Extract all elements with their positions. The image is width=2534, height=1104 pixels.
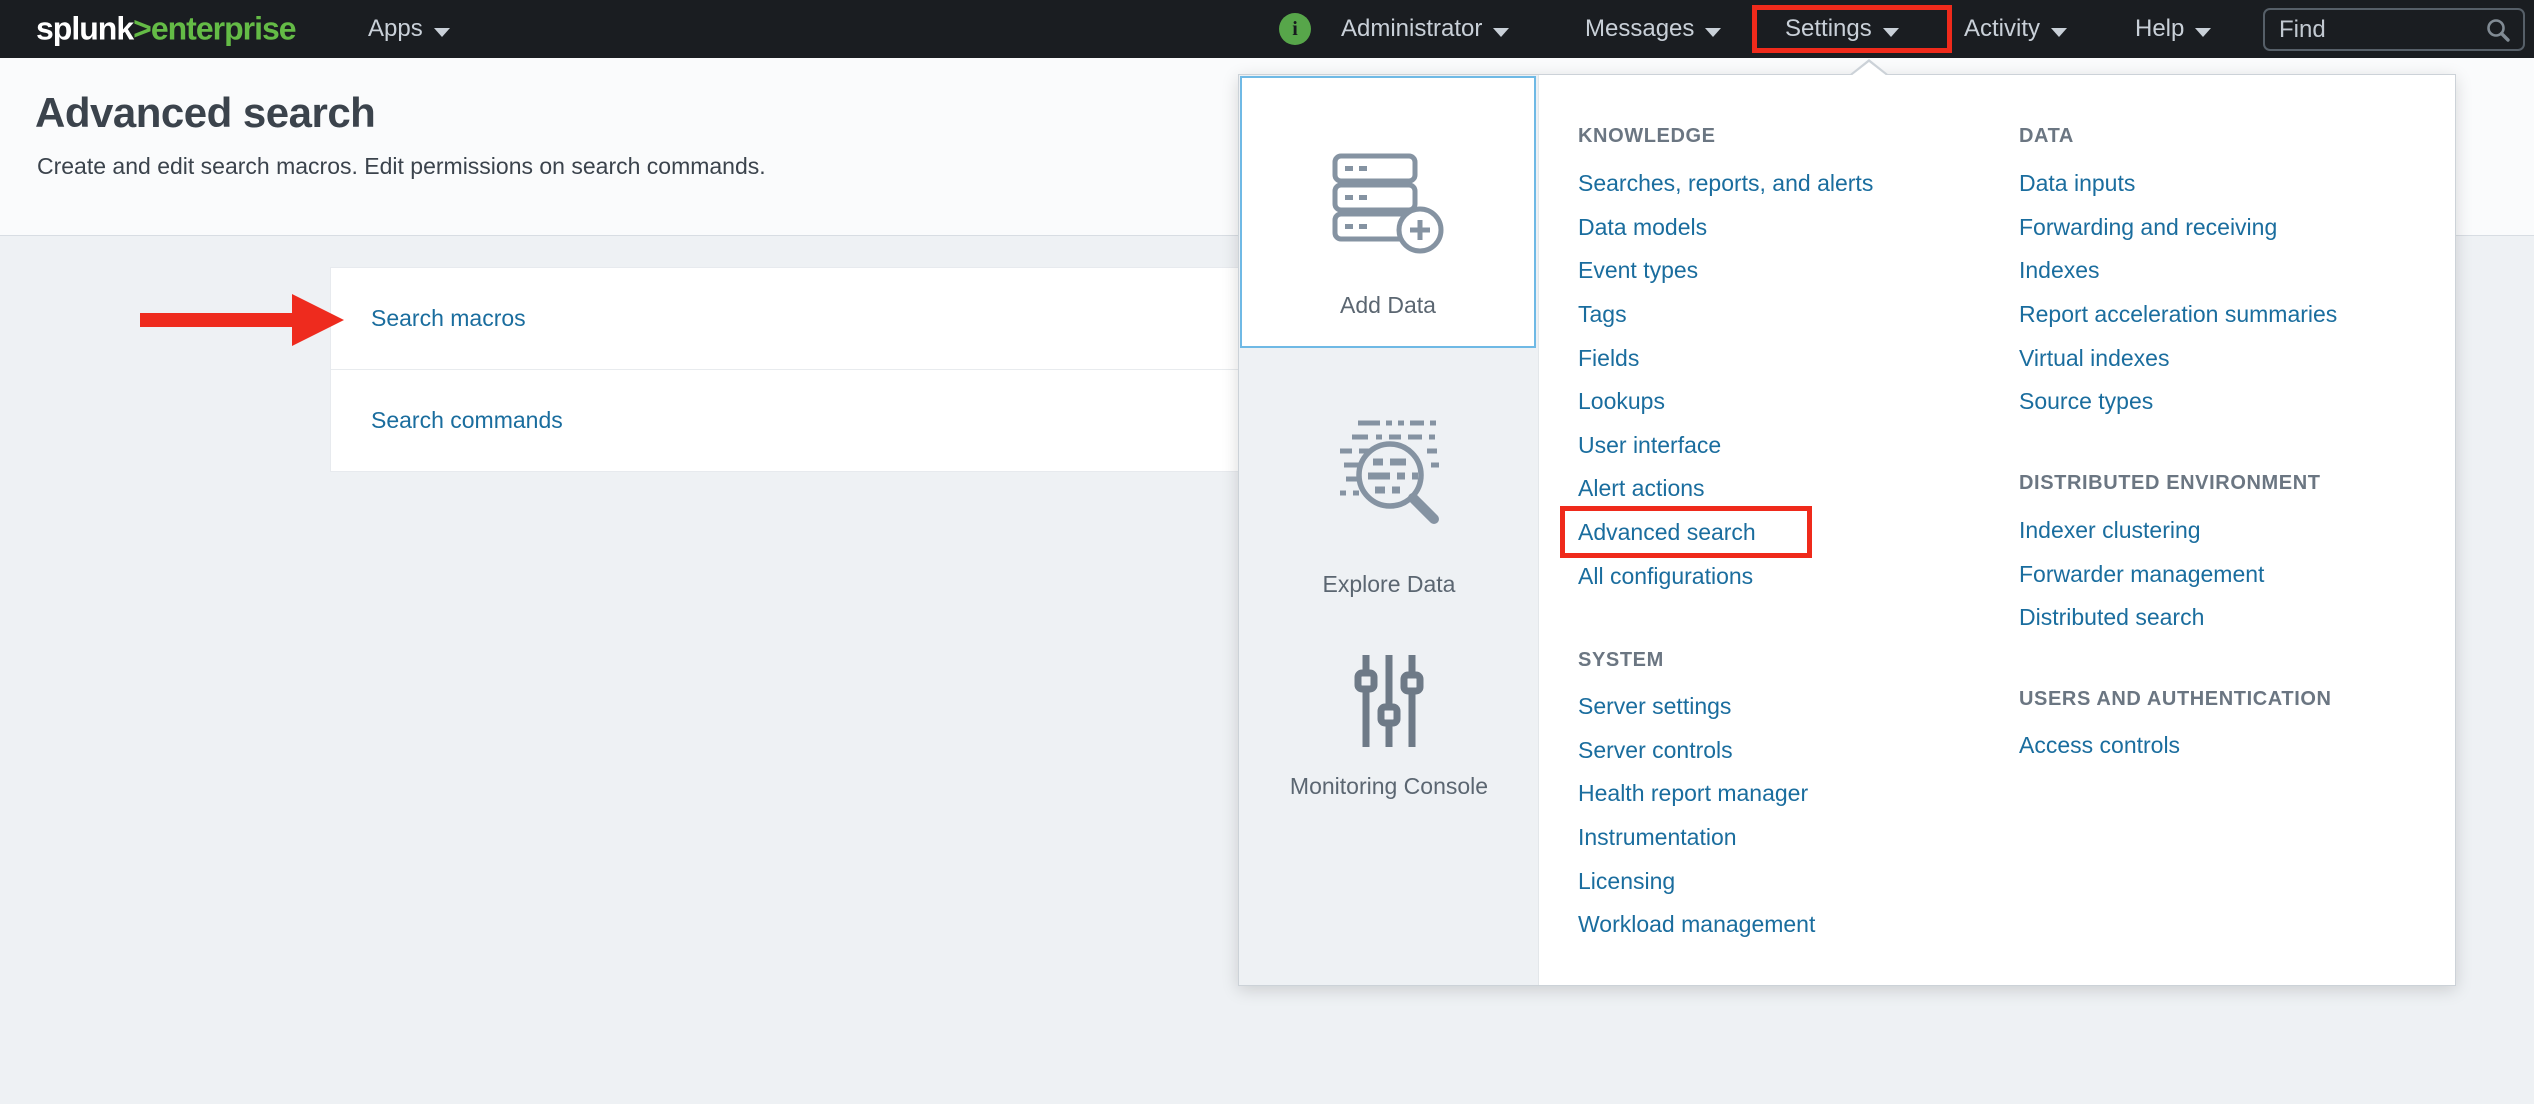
section-header-knowledge: KNOWLEDGE [1578,125,1716,148]
section-header-data: DATA [2019,125,2074,148]
menu-link[interactable]: Alert actions [1578,467,2008,511]
menu-link[interactable]: Source types [2019,380,2449,424]
data-links: Data inputsForwarding and receivingIndex… [2019,162,2449,424]
logo-brand: splunk [36,11,133,47]
menu-link[interactable]: User interface [1578,424,2008,468]
menu-link[interactable]: Data models [1578,206,2008,250]
users-auth-links: Access controls [2019,724,2449,768]
nav-administrator-menu[interactable]: Administrator [1341,15,1509,43]
menu-link[interactable]: Advanced search [1578,511,2008,555]
distributed-links: Indexer clusteringForwarder managementDi… [2019,509,2449,640]
section-header-users-authentication: USERS AND AUTHENTICATION [2019,688,2332,711]
menu-link[interactable]: Indexer clustering [2019,509,2449,553]
page-title: Advanced search [35,89,375,137]
top-nav-bar: splunk>enterprise Apps i Administrator M… [0,0,2534,58]
menu-link[interactable]: Tags [1578,293,2008,337]
chevron-down-icon [2195,28,2211,37]
menu-link[interactable]: Virtual indexes [2019,336,2449,380]
annotation-arrow-head [292,294,344,346]
chevron-down-icon [434,28,450,37]
tile-explore-data-label: Explore Data [1274,563,1504,605]
section-header-distributed-environment: DISTRIBUTED ENVIRONMENT [2019,472,2321,495]
chevron-down-icon [1493,28,1509,37]
menu-link[interactable]: Workload management [1578,903,2008,947]
menu-link[interactable]: Searches, reports, and alerts [1578,162,2008,206]
menu-link[interactable]: Indexes [2019,249,2449,293]
add-data-icon [1330,150,1446,256]
explore-data-icon [1328,413,1450,535]
menu-link[interactable]: Distributed search [2019,596,2449,640]
system-links: Server settingsServer controlsHealth rep… [1578,685,2008,947]
nav-administrator-label: Administrator [1341,15,1482,42]
tile-monitoring-console[interactable]: Monitoring Console [1239,651,1539,807]
monitoring-console-icon [1354,651,1424,747]
nav-settings-label: Settings [1785,15,1872,42]
menu-link[interactable]: Server controls [1578,729,2008,773]
menu-link[interactable]: Event types [1578,249,2008,293]
list-item-link[interactable]: Search macros [371,305,526,332]
menu-link[interactable]: Access controls [2019,724,2449,768]
dropdown-tile-column: Add Data [1239,75,1539,985]
avatar-initial: i [1292,18,1298,41]
nav-messages-menu[interactable]: Messages [1585,15,1721,43]
splunk-enterprise-screen: splunk>enterprise Apps i Administrator M… [0,0,2534,1104]
chevron-down-icon [1705,28,1721,37]
menu-link[interactable]: Instrumentation [1578,816,2008,860]
page-subtitle: Create and edit search macros. Edit perm… [37,153,766,180]
tile-add-data[interactable]: Add Data [1240,76,1536,348]
nav-messages-label: Messages [1585,15,1694,42]
menu-link[interactable]: Forwarding and receiving [2019,206,2449,250]
menu-link[interactable]: Licensing [1578,859,2008,903]
dropdown-column-data-distributed-users: DATA Data inputsForwarding and receiving… [2019,75,2449,985]
nav-help-label: Help [2135,15,2184,42]
logo-product: enterprise [151,11,296,47]
settings-dropdown-menu: Add Data [1238,74,2456,986]
nav-help-menu[interactable]: Help [2135,15,2211,43]
dropdown-column-knowledge-system: KNOWLEDGE Searches, reports, and alertsD… [1578,75,2008,985]
annotation-arrow-tail [140,313,294,327]
menu-link[interactable]: Fields [1578,336,2008,380]
tile-explore-data[interactable]: Explore Data [1239,413,1539,605]
search-icon [2485,17,2511,43]
menu-link[interactable]: Health report manager [1578,772,2008,816]
nav-apps-menu[interactable]: Apps [368,15,450,43]
find-input[interactable] [2277,15,2479,45]
find-search-box[interactable] [2263,8,2525,51]
nav-activity-menu[interactable]: Activity [1964,15,2067,43]
menu-link[interactable]: Lookups [1578,380,2008,424]
menu-link[interactable]: Data inputs [2019,162,2449,206]
section-header-system: SYSTEM [1578,649,1664,672]
menu-link[interactable]: Forwarder management [2019,553,2449,597]
tile-add-data-label: Add Data [1273,284,1503,326]
tile-monitoring-console-label: Monitoring Console [1274,765,1504,807]
chevron-down-icon [2051,28,2067,37]
nav-activity-label: Activity [1964,15,2040,42]
splunk-logo[interactable]: splunk>enterprise [36,11,296,48]
knowledge-links: Searches, reports, and alertsData models… [1578,162,2008,598]
logo-separator: > [133,11,151,47]
menu-link[interactable]: Server settings [1578,685,2008,729]
menu-link[interactable]: Report acceleration summaries [2019,293,2449,337]
user-avatar[interactable]: i [1279,13,1311,45]
dropdown-caret [1849,59,1889,75]
menu-link[interactable]: All configurations [1578,554,2008,598]
chevron-down-icon [1883,28,1899,37]
nav-settings-menu[interactable]: Settings [1785,15,1899,43]
nav-apps-label: Apps [368,15,423,42]
list-item-link[interactable]: Search commands [371,407,563,434]
